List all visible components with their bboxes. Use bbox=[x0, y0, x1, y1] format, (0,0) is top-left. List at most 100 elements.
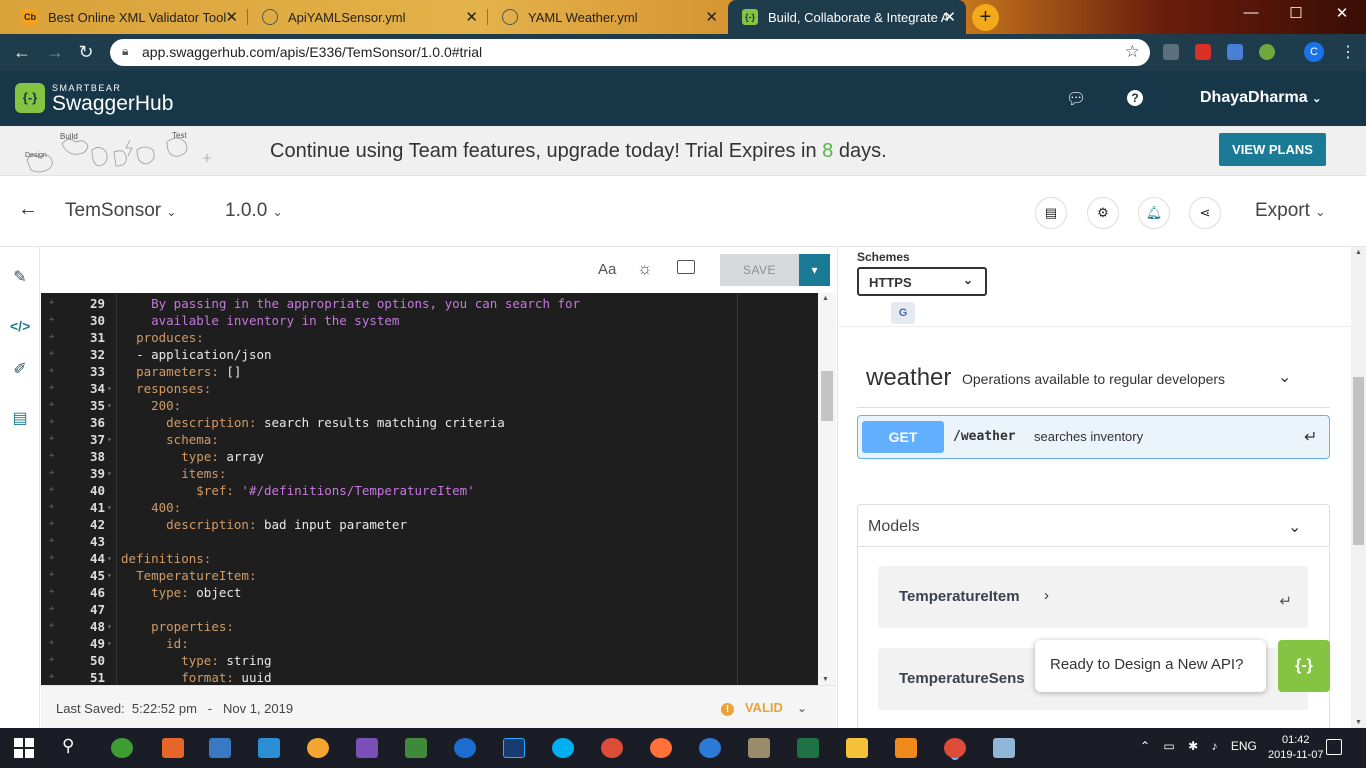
extension-icon[interactable] bbox=[1259, 44, 1275, 60]
tab-api-yaml-sensor[interactable]: ApiYAMLSensor.yml ✕ bbox=[248, 0, 488, 34]
help-icon[interactable]: ? bbox=[1127, 90, 1143, 106]
api-version-dropdown[interactable]: 1.0.0 ⌄ bbox=[225, 200, 283, 222]
code-line[interactable]: +42 description: bad input parameter bbox=[41, 516, 818, 533]
app-icon[interactable] bbox=[797, 738, 819, 758]
fold-arrow-icon[interactable]: ▾ bbox=[107, 380, 112, 397]
close-tab-icon[interactable]: ✕ bbox=[465, 8, 478, 26]
editor-scroll-thumb[interactable] bbox=[821, 371, 833, 421]
system-clock[interactable]: 01:42 2019-11-07 bbox=[1268, 733, 1323, 763]
fold-arrow-icon[interactable]: ▾ bbox=[107, 397, 112, 414]
extension-grid-icon[interactable] bbox=[1163, 44, 1179, 60]
edge-icon[interactable] bbox=[454, 738, 476, 758]
operation-get-weather[interactable]: GET /weather searches inventory ↵ bbox=[857, 415, 1330, 459]
code-line[interactable]: +34 ▾ responses: bbox=[41, 380, 818, 397]
code-line[interactable]: +43 bbox=[41, 533, 818, 550]
translate-icon[interactable]: G bbox=[891, 302, 915, 324]
network-icon[interactable] bbox=[209, 738, 231, 758]
app-icon[interactable] bbox=[748, 738, 770, 758]
fold-arrow-icon[interactable]: ▾ bbox=[107, 465, 112, 482]
code-line[interactable]: +49 ▾ id: bbox=[41, 635, 818, 652]
yaml-code-editor[interactable]: +29 By passing in the appropriate option… bbox=[41, 293, 818, 685]
new-api-prompt[interactable]: Ready to Design a New API? bbox=[1035, 640, 1266, 692]
edit-form-icon[interactable]: ✐ bbox=[10, 359, 30, 379]
visual-studio-icon[interactable] bbox=[356, 738, 378, 758]
view-plans-button[interactable]: VIEW PLANS bbox=[1219, 133, 1326, 166]
back-icon[interactable]: ← bbox=[10, 42, 34, 63]
fold-arrow-icon[interactable]: ▾ bbox=[107, 567, 112, 584]
reload-icon[interactable]: ↻ bbox=[74, 42, 98, 63]
settings-gear-icon[interactable]: ⚙ bbox=[1087, 197, 1119, 229]
code-line[interactable]: +39 ▾ items: bbox=[41, 465, 818, 482]
code-line[interactable]: +35 ▾ 200: bbox=[41, 397, 818, 414]
code-line[interactable]: +40 $ref: '#/definitions/TemperatureItem… bbox=[41, 482, 818, 499]
maximize-icon[interactable]: ☐ bbox=[1276, 4, 1316, 22]
chevron-down-icon[interactable]: ⌄ bbox=[1288, 517, 1301, 537]
save-options-chevron-icon[interactable]: ▾ bbox=[799, 254, 830, 286]
api-name-dropdown[interactable]: TemSonsor ⌄ bbox=[65, 200, 176, 222]
notification-center-icon[interactable] bbox=[1326, 739, 1342, 755]
windows-start-icon[interactable] bbox=[14, 738, 34, 758]
documentation-icon[interactable]: ▤ bbox=[10, 408, 30, 428]
fold-arrow-icon[interactable]: ▾ bbox=[107, 618, 112, 635]
editor-scrollbar[interactable]: ▲ ▼ bbox=[818, 293, 836, 685]
fold-arrow-icon[interactable]: ▾ bbox=[107, 550, 112, 567]
forward-icon[interactable]: → bbox=[43, 42, 67, 63]
code-line[interactable]: +30 available inventory in the system bbox=[41, 312, 818, 329]
system-tray[interactable]: ⌃ ▭ ✱ ♪ ENG bbox=[1140, 739, 1257, 753]
back-arrow-icon[interactable]: ← bbox=[18, 198, 38, 221]
vlc-icon[interactable] bbox=[895, 738, 917, 758]
app-icon[interactable] bbox=[699, 738, 721, 758]
app-icon[interactable] bbox=[993, 738, 1015, 758]
code-line[interactable]: +46 type: object bbox=[41, 584, 818, 601]
docs-scrollbar[interactable]: ▲ ▼ bbox=[1351, 247, 1366, 728]
fold-arrow-icon[interactable]: ▾ bbox=[107, 499, 112, 516]
code-line[interactable]: +51 format: uuid bbox=[41, 669, 818, 685]
chevron-down-icon[interactable]: ⌄ bbox=[1278, 367, 1291, 387]
new-tab-button[interactable]: + bbox=[972, 4, 999, 31]
code-line[interactable]: +29 By passing in the appropriate option… bbox=[41, 295, 818, 312]
chevron-up-icon[interactable]: ⌃ bbox=[1140, 739, 1150, 753]
terminal-icon[interactable] bbox=[405, 738, 427, 758]
validation-status[interactable]: ! VALID ⌄ bbox=[721, 700, 807, 716]
bluetooth-icon[interactable]: ✱ bbox=[1188, 739, 1198, 753]
save-button[interactable]: SAVE bbox=[720, 254, 799, 286]
photoshop-icon[interactable] bbox=[503, 738, 525, 758]
code-line[interactable]: +50 type: string bbox=[41, 652, 818, 669]
firefox-icon[interactable] bbox=[650, 738, 672, 758]
close-tab-icon[interactable]: ✕ bbox=[225, 8, 238, 26]
scroll-up-icon[interactable]: ▲ bbox=[822, 295, 829, 302]
menu-kebab-icon[interactable]: ⋮ bbox=[1336, 42, 1360, 62]
swaggerhub-logo-icon[interactable]: {-} bbox=[15, 83, 45, 113]
input-language[interactable]: ENG bbox=[1231, 739, 1257, 753]
code-line[interactable]: +41 ▾ 400: bbox=[41, 499, 818, 516]
chrome-canary-icon[interactable] bbox=[111, 738, 133, 758]
close-tab-icon[interactable]: ✕ bbox=[943, 8, 956, 26]
code-line[interactable]: +31 produces: bbox=[41, 329, 818, 346]
tab-xml-validator[interactable]: Cb Best Online XML Validator Tool ✕ bbox=[8, 0, 248, 34]
code-line[interactable]: +36 description: search results matching… bbox=[41, 414, 818, 431]
scroll-up-icon[interactable]: ▲ bbox=[1355, 249, 1362, 256]
close-tab-icon[interactable]: ✕ bbox=[705, 8, 718, 26]
app-icon[interactable] bbox=[307, 738, 329, 758]
cors-extension-icon[interactable] bbox=[1195, 44, 1211, 60]
fold-arrow-icon[interactable]: ▾ bbox=[107, 635, 112, 652]
docs-scroll-thumb[interactable] bbox=[1353, 377, 1364, 545]
bookmark-star-icon[interactable]: ☆ bbox=[1125, 42, 1140, 62]
share-icon[interactable]: ⋖ bbox=[1189, 197, 1221, 229]
code-line[interactable]: +38 type: array bbox=[41, 448, 818, 465]
document-icon[interactable]: ▤ bbox=[1035, 197, 1067, 229]
code-editor-icon[interactable]: </> bbox=[10, 318, 30, 338]
create-api-button[interactable]: {-} bbox=[1278, 640, 1330, 692]
font-size-toggle[interactable]: Aa bbox=[598, 261, 616, 278]
scroll-down-icon[interactable]: ▼ bbox=[822, 676, 829, 683]
network-icon[interactable]: ▭ bbox=[1163, 739, 1174, 753]
tab-swaggerhub[interactable]: {-} Build, Collaborate & Integrate AP ✕ bbox=[728, 0, 966, 34]
xampp-icon[interactable] bbox=[162, 738, 184, 758]
export-dropdown[interactable]: Export ⌄ bbox=[1255, 200, 1325, 222]
code-line[interactable]: +44 ▾ definitions: bbox=[41, 550, 818, 567]
notification-bell-icon[interactable]: 🔔︎ bbox=[1138, 197, 1170, 229]
chrome-active-icon[interactable] bbox=[944, 738, 966, 758]
code-line[interactable]: +47 bbox=[41, 601, 818, 618]
vscode-icon[interactable] bbox=[258, 738, 280, 758]
code-line[interactable]: +37 ▾ schema: bbox=[41, 431, 818, 448]
